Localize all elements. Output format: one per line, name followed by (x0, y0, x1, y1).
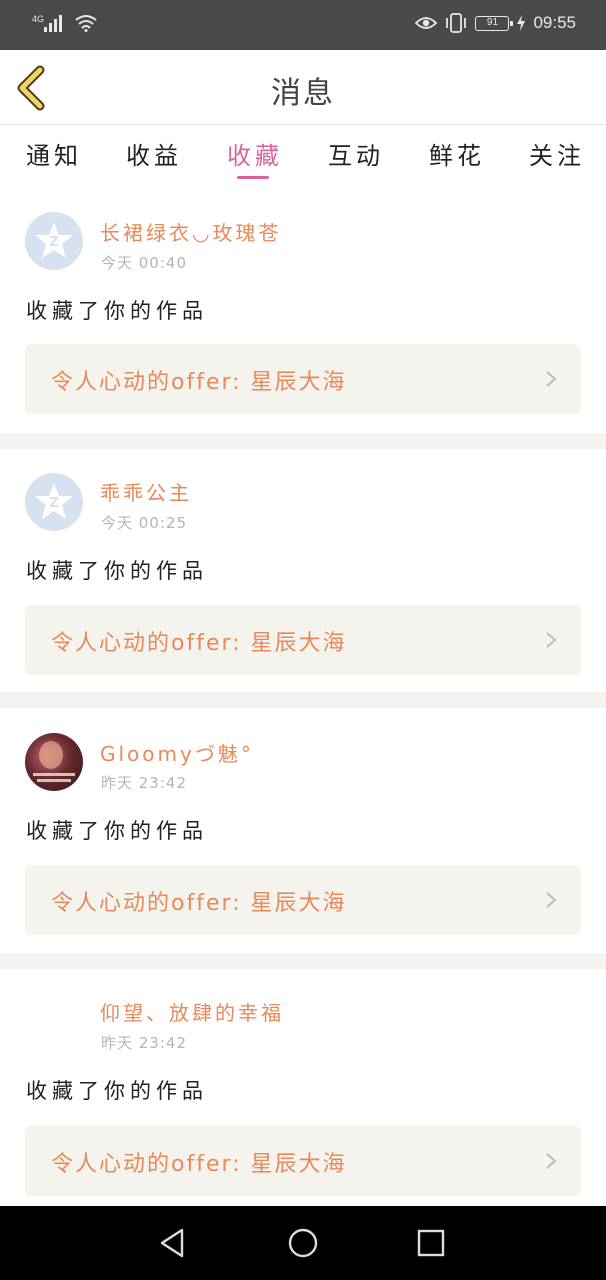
timestamp: 今天 00:40 (101, 254, 187, 272)
work-card[interactable]: 令人心动的offer: 星辰大海 (25, 605, 581, 675)
username[interactable]: 仰望、放肆的幸福 (100, 997, 284, 1026)
avatar[interactable] (25, 993, 83, 1051)
home-circle-icon[interactable] (286, 1226, 320, 1260)
default-avatar-icon: Z (35, 222, 73, 258)
action-text: 收藏了你的作品 (26, 559, 208, 583)
avatar[interactable] (25, 733, 83, 791)
username[interactable]: 乖乖公主 (100, 477, 192, 506)
action-text: 收藏了你的作品 (26, 819, 208, 843)
eye-icon (415, 17, 438, 29)
avatar[interactable]: Z (25, 473, 83, 531)
status-bar: 4G 91 09:55 (0, 0, 606, 50)
divider (0, 433, 606, 449)
battery-icon: 91 (475, 15, 514, 31)
work-card[interactable]: 令人心动的offer: 星辰大海 (25, 344, 581, 414)
svg-text:Z: Z (49, 235, 58, 250)
tab-following[interactable]: 关注 (529, 136, 585, 171)
message-item: 仰望、放肆的幸福 昨天 23:42 收藏了你的作品 令人心动的offer: 星辰… (0, 969, 606, 1206)
default-avatar-icon: Z (35, 483, 73, 519)
username[interactable]: 长裙绿衣◡玫瑰苍 (100, 217, 281, 246)
signal-bars-icon (44, 12, 62, 32)
tab-notifications[interactable]: 通知 (26, 136, 82, 171)
tab-interactions[interactable]: 互动 (328, 136, 384, 171)
photo-avatar-icon (33, 741, 75, 782)
network-type: 4G (32, 14, 45, 24)
timestamp: 今天 00:25 (101, 514, 187, 532)
tab-bar: 通知 收益 收藏 互动 鲜花 关注 (0, 126, 606, 192)
action-text: 收藏了你的作品 (26, 1079, 208, 1103)
system-nav-bar (0, 1206, 606, 1280)
tab-earnings[interactable]: 收益 (126, 136, 182, 171)
signal-group: 4G (32, 12, 98, 32)
avatar[interactable]: Z (25, 212, 83, 270)
tab-flowers[interactable]: 鲜花 (429, 136, 485, 171)
chevron-right-icon (546, 1153, 557, 1169)
active-tab-indicator (237, 176, 269, 179)
status-right: 91 09:55 (415, 13, 576, 33)
svg-text:Z: Z (49, 496, 58, 511)
charging-icon (517, 15, 526, 31)
work-card[interactable]: 令人心动的offer: 星辰大海 (25, 1126, 581, 1196)
clock: 09:55 (533, 13, 576, 32)
app-header: 消息 (0, 50, 606, 125)
work-title: 令人心动的offer: 星辰大海 (51, 370, 347, 395)
chevron-right-icon (546, 632, 557, 648)
wifi-icon (75, 15, 97, 32)
work-title: 令人心动的offer: 星辰大海 (51, 891, 347, 916)
username[interactable]: Gloomyづ魅° (100, 738, 254, 767)
timestamp: 昨天 23:42 (101, 1034, 187, 1052)
page-title: 消息 (271, 76, 335, 111)
recent-apps-icon[interactable] (414, 1226, 448, 1260)
back-triangle-icon[interactable] (156, 1226, 190, 1260)
action-text: 收藏了你的作品 (26, 299, 208, 323)
work-title: 令人心动的offer: 星辰大海 (51, 1152, 347, 1177)
message-item: Z 长裙绿衣◡玫瑰苍 今天 00:40 收藏了你的作品 令人心动的offer: … (0, 192, 606, 436)
timestamp: 昨天 23:42 (101, 774, 187, 792)
message-item: Z 乖乖公主 今天 00:25 收藏了你的作品 令人心动的offer: 星辰大海 (0, 449, 606, 693)
chevron-right-icon (546, 371, 557, 387)
tab-favorites[interactable]: 收藏 (227, 136, 283, 171)
message-item: Gloomyづ魅° 昨天 23:42 收藏了你的作品 令人心动的offer: 星… (0, 708, 606, 952)
divider (0, 953, 606, 969)
vibrate-icon (446, 13, 467, 33)
work-card[interactable]: 令人心动的offer: 星辰大海 (25, 865, 581, 935)
divider (0, 692, 606, 708)
work-title: 令人心动的offer: 星辰大海 (51, 631, 347, 656)
chevron-right-icon (546, 892, 557, 908)
